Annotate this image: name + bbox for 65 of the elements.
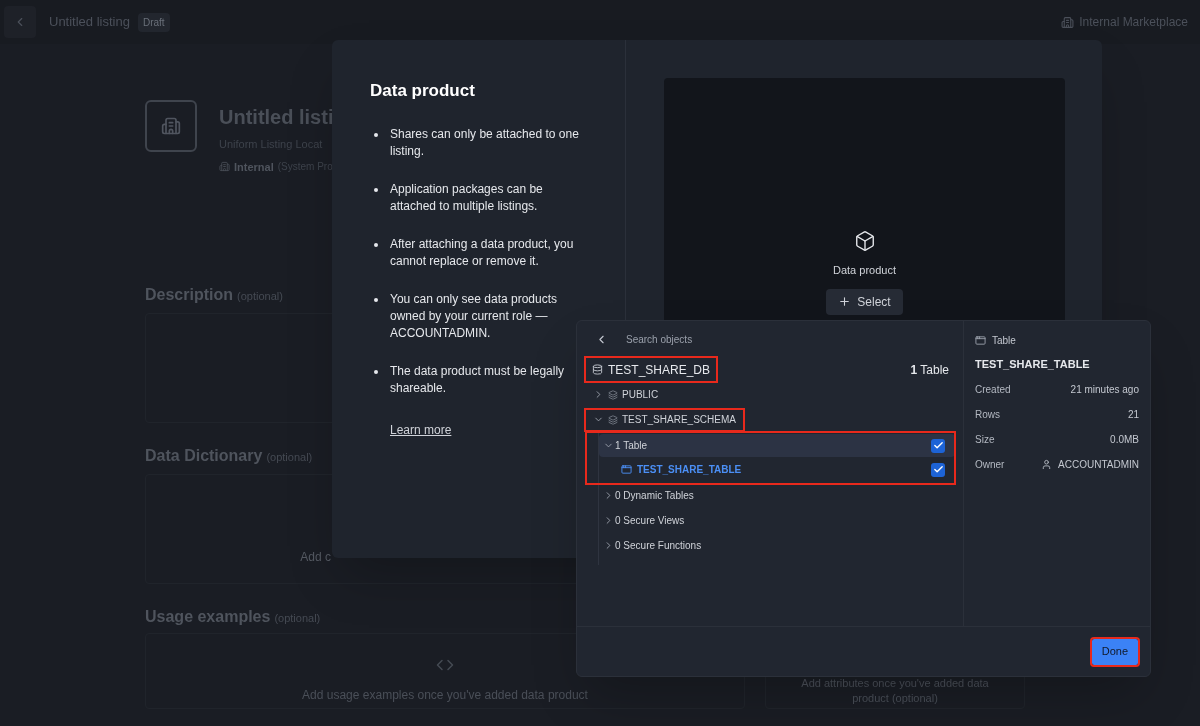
group-row[interactable]: 0 Dynamic Tables: [599, 484, 955, 507]
schema-name: PUBLIC: [622, 388, 659, 402]
group-row[interactable]: 1 Table: [599, 434, 955, 457]
field-value: 21: [1127, 407, 1139, 422]
schema-icon: [608, 389, 618, 400]
bullet-icon: [374, 132, 378, 137]
table-name[interactable]: TEST_SHARE_TABLE: [637, 462, 742, 477]
bullet-text: You can only see data products owned by your current role — ACCOUNTADMIN.: [390, 290, 558, 342]
search-field[interactable]: Search objects: [626, 331, 693, 347]
building-icon: [161, 116, 181, 136]
bullet-text: After attaching a data product, you cannot replace or remove it.: [390, 235, 575, 270]
empty-hint: Add c: [300, 549, 331, 566]
group-label: 0 Secure Views: [615, 514, 685, 528]
bullet-icon: [374, 297, 378, 302]
checkbox[interactable]: [931, 462, 945, 477]
section-title: Data Dictionary: [145, 446, 263, 466]
table-count: 1 Table: [910, 361, 949, 379]
bullet-text: Shares can only be attached to one listing.: [390, 125, 580, 160]
schema-row[interactable]: PUBLIC: [585, 383, 667, 406]
visibility-icon: [219, 161, 230, 173]
field-value: ACCOUNTADMIN: [1058, 457, 1139, 472]
bullet-text: The data product must be legally shareable.: [390, 362, 566, 397]
field-label: Size: [975, 432, 995, 447]
field-label: Rows: [975, 407, 1000, 422]
bullet-icon: [374, 369, 378, 374]
section-title: Description: [145, 285, 233, 305]
field-value: 0.0MB: [1110, 432, 1139, 447]
bullet-icon: [374, 187, 378, 192]
schema-icon: [608, 414, 618, 425]
object-type: Table: [992, 334, 1016, 348]
listing-title: Untitled listing: [49, 13, 130, 32]
database-icon: [592, 364, 603, 375]
field-label: Owner: [975, 457, 1005, 472]
table-icon: [975, 335, 986, 346]
preview-label: Data product: [833, 263, 896, 278]
cube-icon: [853, 230, 876, 252]
bullet-text: Application packages can be attached to multiple listings.: [390, 180, 544, 215]
marketplace-label: Internal Marketplace: [1079, 14, 1188, 31]
checkbox[interactable]: [931, 438, 945, 453]
field-value: 21 minutes ago: [1070, 382, 1139, 397]
check-icon: [932, 464, 944, 475]
table-icon: [621, 464, 632, 475]
marketplace-icon: [1061, 15, 1075, 29]
done-button[interactable]: Done: [1091, 638, 1138, 665]
group-label: 0 Secure Functions: [615, 539, 702, 553]
select-button[interactable]: Select: [826, 288, 903, 315]
group-label: 0 Dynamic Tables: [615, 489, 694, 503]
group-row[interactable]: 0 Secure Views: [599, 509, 955, 532]
bullet-icon: [374, 242, 378, 247]
field-label: Created: [975, 382, 1011, 397]
check-icon: [932, 440, 944, 451]
modal-title: Data product: [370, 80, 476, 102]
group-row[interactable]: 0 Secure Functions: [599, 534, 955, 557]
visibility-label: Internal: [234, 159, 274, 175]
schema-name: TEST_SHARE_SCHEMA: [622, 413, 736, 427]
status-badge: Draft: [137, 12, 170, 32]
database-name: TEST_SHARE_DB: [608, 361, 711, 379]
object-name: TEST_SHARE_TABLE: [975, 357, 1091, 372]
learn-more-link[interactable]: Learn more: [390, 420, 452, 439]
user-icon: [1041, 458, 1053, 470]
database-row[interactable]: TEST_SHARE_DB: [585, 357, 718, 382]
section-title: Usage examples: [145, 607, 271, 627]
plus-icon: [838, 295, 852, 308]
schema-row[interactable]: TEST_SHARE_SCHEMA: [585, 408, 744, 431]
group-label: 1 Table: [615, 439, 648, 453]
